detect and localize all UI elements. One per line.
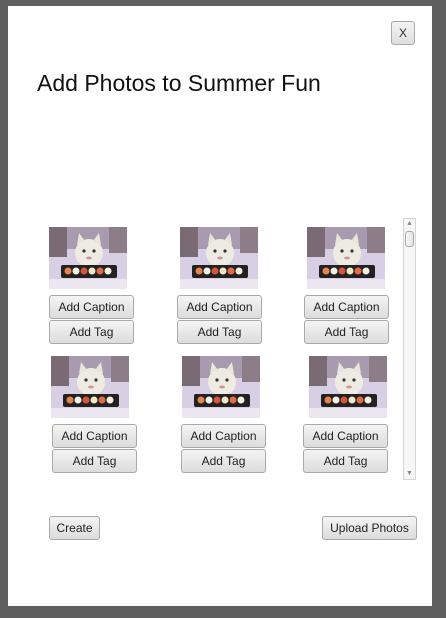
- scrollbar-thumb[interactable]: [405, 231, 414, 247]
- add-tag-button[interactable]: Add Tag: [303, 449, 388, 473]
- add-caption-button[interactable]: Add Caption: [49, 295, 134, 319]
- photo-item: Add Caption Add Tag: [304, 227, 397, 347]
- photo-thumbnail[interactable]: [182, 356, 260, 418]
- photo-thumbnail[interactable]: [180, 227, 258, 289]
- photo-thumbnail[interactable]: [49, 227, 127, 289]
- photo-item: Add Caption Add Tag: [51, 356, 141, 476]
- chevron-up-icon[interactable]: ▲: [404, 219, 415, 229]
- photo-thumbnail[interactable]: [51, 356, 129, 418]
- photo-thumbnail[interactable]: [307, 227, 385, 289]
- add-tag-button[interactable]: Add Tag: [304, 320, 389, 344]
- dialog-title: Add Photos to Summer Fun: [37, 70, 321, 96]
- add-caption-button[interactable]: Add Caption: [304, 295, 389, 319]
- add-caption-button[interactable]: Add Caption: [177, 295, 262, 319]
- add-caption-button[interactable]: Add Caption: [303, 424, 388, 448]
- photo-item: Add Caption Add Tag: [303, 356, 399, 476]
- photo-item: Add Caption Add Tag: [181, 356, 272, 476]
- close-button[interactable]: X: [391, 21, 415, 45]
- add-tag-button[interactable]: Add Tag: [52, 449, 137, 473]
- add-caption-button[interactable]: Add Caption: [181, 424, 266, 448]
- create-button[interactable]: Create: [49, 516, 100, 540]
- add-tag-button[interactable]: Add Tag: [177, 320, 262, 344]
- vertical-scrollbar[interactable]: ▲ ▼: [403, 218, 416, 480]
- add-photos-dialog: X Add Photos to Summer Fun Add Caption Ad…: [8, 6, 432, 606]
- add-caption-button[interactable]: Add Caption: [52, 424, 137, 448]
- add-tag-button[interactable]: Add Tag: [49, 320, 134, 344]
- photo-grid: Add CaptionAdd Tag Add CaptionAdd Tag: [45, 217, 405, 483]
- upload-photos-button[interactable]: Upload Photos: [322, 516, 417, 540]
- chevron-down-icon[interactable]: ▼: [404, 469, 415, 479]
- photo-item: Add Caption Add Tag: [49, 227, 139, 347]
- photo-item: Add Caption Add Tag: [177, 227, 270, 347]
- add-tag-button[interactable]: Add Tag: [181, 449, 266, 473]
- photo-thumbnail[interactable]: [309, 356, 387, 418]
